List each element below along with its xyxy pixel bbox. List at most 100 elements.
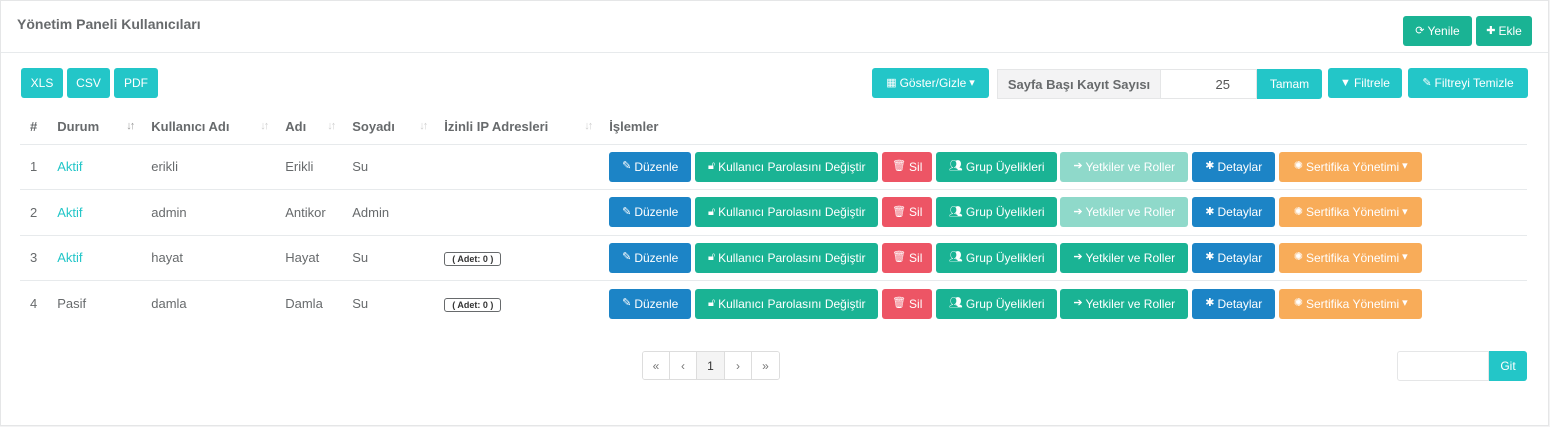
page-first-button[interactable]: « [643, 352, 670, 379]
delete-button[interactable]: 🗑︎ Sil [882, 197, 933, 228]
change-password-button[interactable]: 🔓︎ Kullanıcı Parolasını Değiştir [695, 197, 879, 228]
export-pdf-button[interactable]: PDF [114, 68, 158, 98]
page-size-input[interactable]: 25 [1160, 69, 1257, 99]
surname-cell: Su [342, 235, 435, 281]
edit-button[interactable]: ✎ Düzenle [609, 197, 692, 228]
username-cell: erikli [141, 144, 276, 190]
roles-button[interactable]: ➔ Yetkiler ve Roller [1060, 151, 1189, 182]
caret-down-icon: ▾ [969, 76, 975, 89]
page-size-label: Sayfa Başı Kayıt Sayısı [997, 69, 1161, 99]
delete-button[interactable]: 🗑︎ Sil [882, 288, 933, 319]
clear-filter-button[interactable]: ✎ Filtreyi Temizle [1408, 68, 1528, 98]
certificate-management-button[interactable]: ✺ Sertifika Yönetimi ▾ [1279, 288, 1423, 319]
certificate-icon: ✺ [1293, 251, 1303, 264]
col-header-name[interactable]: Adı ↓↑ [275, 110, 343, 145]
goto-page-input[interactable] [1397, 351, 1489, 381]
page-last-button[interactable]: » [752, 352, 779, 379]
actions-cell: ✎ Düzenle 🔓︎ Kullanıcı Parolasını Değiştir… [599, 144, 1527, 190]
panel-header: Yönetim Paneli Kullanıcıları ⟳ Yenile ✚ Ek… [1, 1, 1548, 53]
unlock-icon: 🔓︎ [707, 160, 716, 173]
sort-icon: ↓↑ [584, 120, 593, 132]
asterisk-icon: ✱ [1205, 297, 1215, 309]
ip-count-badge[interactable]: ( Adet: 0 ) [444, 297, 502, 312]
asterisk-icon: ✱ [1205, 160, 1215, 173]
group-memberships-button[interactable]: 👥︎ Grup Üyelikleri [936, 151, 1058, 182]
sort-icon: ↓↑ [260, 120, 269, 132]
row-actions: ✎ Düzenle 🔓︎ Kullanıcı Parolasını Değiştir… [609, 242, 1517, 273]
edit-icon: ✎ [622, 297, 632, 309]
unlock-icon: 🔓︎ [707, 251, 716, 264]
arrow-right-icon: ➔ [1073, 160, 1083, 173]
name-cell: Damla [285, 296, 323, 311]
users-icon: 👥︎ [948, 205, 963, 218]
page-title: Yönetim Paneli Kullanıcıları [17, 16, 201, 32]
details-button[interactable]: ✱ Detaylar [1192, 197, 1276, 228]
certificate-management-button[interactable]: ✺ Sertifika Yönetimi ▾ [1279, 242, 1423, 273]
roles-button[interactable]: ➔ Yetkiler ve Roller [1060, 197, 1189, 228]
certificate-management-button[interactable]: ✺ Sertifika Yönetimi ▾ [1279, 151, 1423, 182]
unlock-icon: 🔓︎ [707, 297, 716, 309]
caret-down-icon: ▾ [1402, 160, 1408, 173]
details-button[interactable]: ✱ Detaylar [1192, 151, 1276, 182]
export-xls-button[interactable]: XLS [21, 68, 63, 98]
col-header-number: # [20, 110, 48, 145]
sort-icon: ↓↑ [327, 120, 336, 132]
filter-button[interactable]: ▼ Filtrele [1328, 68, 1402, 98]
page-prev-button[interactable]: ‹ [670, 352, 697, 379]
col-header-username[interactable]: Kullanıcı Adı ↓↑ [141, 110, 276, 145]
details-button[interactable]: ✱ Detaylar [1192, 242, 1276, 273]
users-icon: 👥︎ [948, 251, 963, 264]
refresh-button[interactable]: ⟳ Yenile [1403, 16, 1472, 46]
actions-cell: ✎ Düzenle 🔓︎ Kullanıcı Parolasını Değiştir… [599, 235, 1527, 281]
change-password-button[interactable]: 🔓︎ Kullanıcı Parolasını Değiştir [695, 151, 879, 182]
goto-page-button[interactable]: Git [1489, 351, 1527, 381]
status-cell[interactable]: Pasif [47, 281, 141, 327]
table-row: 2 Aktif admin Antikor Admin ✎ Düzenle 🔓︎ K… [20, 189, 1527, 236]
col-header-status[interactable]: Durum ↓↑ [47, 110, 142, 145]
certificate-icon: ✺ [1293, 205, 1303, 218]
status-cell[interactable]: Aktif [47, 189, 142, 236]
table-icon: ▦ [886, 76, 897, 89]
col-header-surname[interactable]: Soyadı ↓↑ [342, 110, 435, 145]
username-cell: admin [141, 189, 276, 236]
arrow-right-icon: ➔ [1073, 297, 1083, 309]
group-memberships-button[interactable]: 👥︎ Grup Üyelikleri [936, 242, 1058, 273]
row-number: 3 [20, 235, 48, 281]
roles-button[interactable]: ➔ Yetkiler ve Roller [1060, 242, 1189, 273]
status-cell[interactable]: Aktif [47, 144, 142, 190]
arrow-right-icon: ➔ [1073, 251, 1083, 264]
roles-button[interactable]: ➔ Yetkiler ve Roller [1060, 288, 1189, 319]
table-row: 1 Aktif erikli Erikli Su ✎ Düzenle 🔓︎ Kull… [20, 144, 1527, 190]
show-hide-columns-button[interactable]: ▦ Göster/Gizle ▾ [872, 68, 989, 98]
edit-button[interactable]: ✎ Düzenle [609, 288, 692, 319]
page-size-ok-button[interactable]: Tamam [1257, 69, 1322, 99]
status-cell[interactable]: Aktif [47, 235, 142, 281]
export-csv-button[interactable]: CSV [67, 68, 110, 98]
change-password-button[interactable]: 🔓︎ Kullanıcı Parolasını Değiştir [695, 288, 879, 319]
page-current[interactable]: 1 [697, 352, 725, 379]
details-button[interactable]: ✱ Detaylar [1192, 288, 1276, 319]
ip-cell: ( Adet: 0 ) [434, 281, 599, 327]
users-table: # Durum ↓↑ Kullanıcı Adı ↓↑ Adı ↓↑ Soyadı ↓↑… [20, 110, 1527, 326]
page-next-button[interactable]: › [725, 352, 752, 379]
ip-count-badge[interactable]: ( Adet: 0 ) [444, 251, 502, 266]
delete-button[interactable]: 🗑︎ Sil [882, 151, 933, 182]
delete-button[interactable]: 🗑︎ Sil [882, 242, 933, 273]
caret-down-icon: ▾ [1402, 297, 1408, 309]
caret-down-icon: ▾ [1402, 251, 1408, 264]
edit-button[interactable]: ✎ Düzenle [609, 242, 692, 273]
name-cell: Antikor [275, 189, 343, 236]
certificate-management-button[interactable]: ✺ Sertifika Yönetimi ▾ [1279, 197, 1423, 228]
col-header-actions: İşlemler [599, 110, 1527, 145]
sort-icon: ↓↑ [419, 120, 428, 132]
ip-cell [434, 189, 600, 236]
row-actions: ✎ Düzenle 🔓︎ Kullanıcı Parolasını Değiştir… [609, 288, 1517, 319]
add-button[interactable]: ✚ Ekle [1476, 16, 1532, 46]
row-actions: ✎ Düzenle 🔓︎ Kullanıcı Parolasını Değiştir… [609, 151, 1517, 182]
edit-button[interactable]: ✎ Düzenle [609, 151, 692, 182]
change-password-button[interactable]: 🔓︎ Kullanıcı Parolasını Değiştir [695, 242, 879, 273]
surname-cell: Su [352, 296, 369, 311]
col-header-ip[interactable]: İzinli IP Adresleri ↓↑ [434, 110, 600, 145]
group-memberships-button[interactable]: 👥︎ Grup Üyelikleri [936, 288, 1058, 319]
group-memberships-button[interactable]: 👥︎ Grup Üyelikleri [936, 197, 1058, 228]
